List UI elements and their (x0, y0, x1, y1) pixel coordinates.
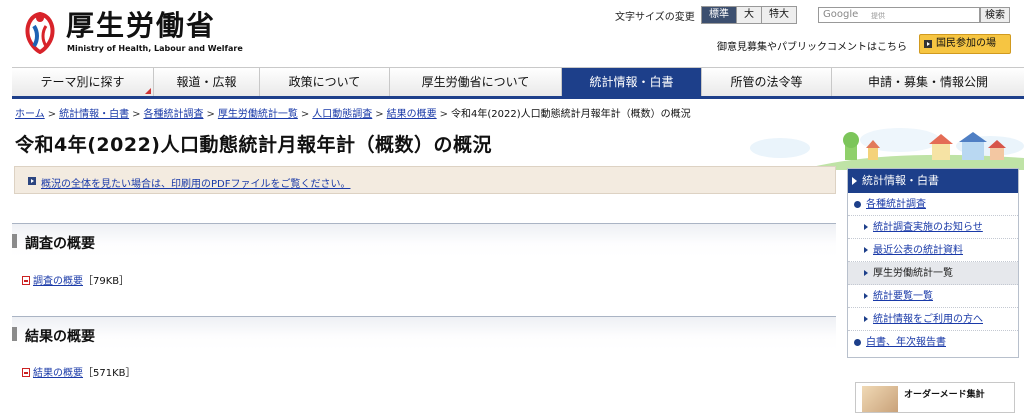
sidebar-title[interactable]: 統計情報・白書 (848, 169, 1018, 193)
pdf-notice: 概況の全体を見たい場合は、印刷用のPDFファイルをご覧ください。 (14, 166, 836, 194)
breadcrumb-link-surveys[interactable]: 各種統計調査 (143, 109, 203, 120)
sidebar-item-survey-notices[interactable]: 統計調査実施のお知らせ (848, 216, 1018, 239)
breadcrumb-link-statistics[interactable]: 統計情報・白書 (59, 109, 129, 120)
font-size-xlarge-button[interactable]: 特大 (762, 7, 796, 23)
corner-arrow-icon (145, 88, 151, 94)
search-button[interactable]: 検索 (980, 7, 1010, 23)
breadcrumb-separator: > (300, 109, 310, 120)
file-row-survey-overview: 調査の概要［79KB］ (22, 272, 129, 287)
font-size-standard-button[interactable]: 標準 (702, 7, 737, 23)
file-size: ［79KB］ (83, 276, 130, 287)
survey-overview-pdf-link[interactable]: 調査の概要 (33, 276, 83, 287)
bullet-icon (854, 339, 861, 346)
page-title: 令和4年(2022)人口動態統計月報年計（概数）の概況 (15, 134, 492, 156)
sidebar-item-statistics-list[interactable]: 厚生労働統計一覧 (848, 262, 1018, 285)
font-size-large-button[interactable]: 大 (737, 7, 762, 23)
breadcrumb-separator: > (375, 109, 384, 120)
breadcrumb-link-results[interactable]: 結果の概要 (387, 109, 437, 120)
sidebar-item-label: 統計要覧一覧 (873, 291, 933, 302)
font-size-selector: 標準 大 特大 (701, 6, 797, 24)
scenery-illustration (750, 128, 1024, 170)
banner-label: オーダーメード集計 (904, 390, 985, 400)
sidebar-item-for-users[interactable]: 統計情報をご利用の方へ (848, 308, 1018, 331)
sidebar-item-label: 厚生労働統計一覧 (873, 268, 953, 279)
breadcrumb-link-home[interactable]: ホーム (15, 109, 45, 120)
triangle-right-icon (864, 293, 868, 299)
public-participation-label: 国民参加の場 (936, 38, 996, 49)
nav-item-policy[interactable]: 政策について (260, 68, 390, 96)
global-nav: テーマ別に探す 報道・広報 政策について 厚生労働省について 統計情報・白書 所… (12, 67, 1024, 99)
nav-item-label: 厚生労働省について (421, 75, 530, 89)
section-heading-survey-overview: 調査の概要 (12, 223, 836, 257)
nav-item-theme[interactable]: テーマ別に探す (12, 68, 154, 96)
public-participation-button[interactable]: 国民参加の場 (919, 34, 1011, 54)
nav-item-label: テーマ別に探す (40, 75, 125, 89)
heading-bar (12, 234, 17, 248)
section-heading-label: 結果の概要 (25, 329, 95, 345)
breadcrumb-link-statistics-list[interactable]: 厚生労働統計一覧 (218, 109, 298, 120)
nav-item-label: 報道・広報 (176, 75, 237, 89)
sidebar-item-label: 統計調査実施のお知らせ (873, 222, 983, 233)
triangle-right-icon (864, 270, 868, 276)
nav-item-label: 統計情報・白書 (589, 75, 674, 89)
logo-subtitle: Ministry of Health, Labour and Welfare (67, 44, 243, 53)
sidebar-item-white-papers[interactable]: 白書、年次報告書 (848, 331, 1018, 354)
nav-item-press[interactable]: 報道・広報 (154, 68, 260, 96)
sidebar-item-label: 白書、年次報告書 (866, 337, 946, 348)
file-row-results-overview: 結果の概要［571KB］ (22, 364, 136, 379)
section-heading-results-overview: 結果の概要 (12, 316, 836, 350)
sidebar-item-handbooks[interactable]: 統計要覧一覧 (848, 285, 1018, 308)
sidebar-item-label: 各種統計調査 (866, 199, 926, 210)
pdf-notice-link[interactable]: 概況の全体を見たい場合は、印刷用のPDFファイルをご覧ください。 (41, 175, 350, 190)
search-provider-note: 提供 (871, 12, 885, 20)
breadcrumb: ホーム > 統計情報・白書 > 各種統計調査 > 厚生労働統計一覧 > 人口動態調査 > 結果の概要… (15, 105, 691, 120)
nav-item-laws[interactable]: 所管の法令等 (702, 68, 832, 96)
site-header: 厚生労働省 Ministry of Health, Labour and Wel… (0, 0, 1024, 66)
custom-tabulation-banner[interactable]: オーダーメード集計 (855, 382, 1015, 413)
pdf-file-icon (22, 368, 30, 377)
pdf-file-icon (22, 276, 30, 285)
breadcrumb-separator: > (47, 109, 57, 120)
font-size-label: 文字サイズの変更 (615, 12, 695, 23)
nav-item-applications[interactable]: 申請・募集・情報公開 (832, 68, 1024, 96)
nav-item-statistics[interactable]: 統計情報・白書 (562, 68, 702, 96)
ministry-logo-icon[interactable] (22, 10, 58, 54)
sidebar-item-label: 統計情報をご利用の方へ (873, 314, 983, 325)
public-comment-link[interactable]: 御意見募集やパブリックコメントはこちら (717, 38, 907, 53)
sidebar: 統計情報・白書 各種統計調査 統計調査実施のお知らせ 最近公表の統計資料 厚生労… (847, 168, 1019, 358)
arrow-right-icon (28, 177, 36, 185)
banner-image (862, 386, 898, 412)
nav-item-label: 政策について (288, 75, 361, 89)
search-input[interactable]: Google 提供 (818, 7, 980, 23)
triangle-right-icon (864, 224, 868, 230)
bullet-icon (854, 201, 861, 208)
search-placeholder: Google (823, 9, 859, 20)
triangle-right-icon (864, 316, 868, 322)
sidebar-item-recent-releases[interactable]: 最近公表の統計資料 (848, 239, 1018, 262)
section-heading-label: 調査の概要 (25, 236, 95, 252)
logo-title[interactable]: 厚生労働省 (66, 10, 216, 42)
breadcrumb-current: 令和4年(2022)人口動態統計月報年計（概数）の概況 (451, 109, 691, 120)
nav-item-label: 申請・募集・情報公開 (867, 75, 988, 89)
arrow-right-icon (924, 40, 932, 48)
results-overview-pdf-link[interactable]: 結果の概要 (33, 368, 83, 379)
breadcrumb-separator: > (439, 109, 449, 120)
triangle-right-icon (864, 247, 868, 253)
breadcrumb-separator: > (132, 109, 141, 120)
file-size: ［571KB］ (83, 368, 136, 379)
nav-item-about[interactable]: 厚生労働省について (390, 68, 562, 96)
breadcrumb-separator: > (206, 109, 215, 120)
breadcrumb-link-vital-statistics[interactable]: 人口動態調査 (312, 109, 372, 120)
heading-bar (12, 327, 17, 341)
sidebar-item-label: 最近公表の統計資料 (873, 245, 963, 256)
sidebar-item-surveys[interactable]: 各種統計調査 (848, 193, 1018, 216)
nav-item-label: 所管の法令等 (730, 75, 803, 89)
